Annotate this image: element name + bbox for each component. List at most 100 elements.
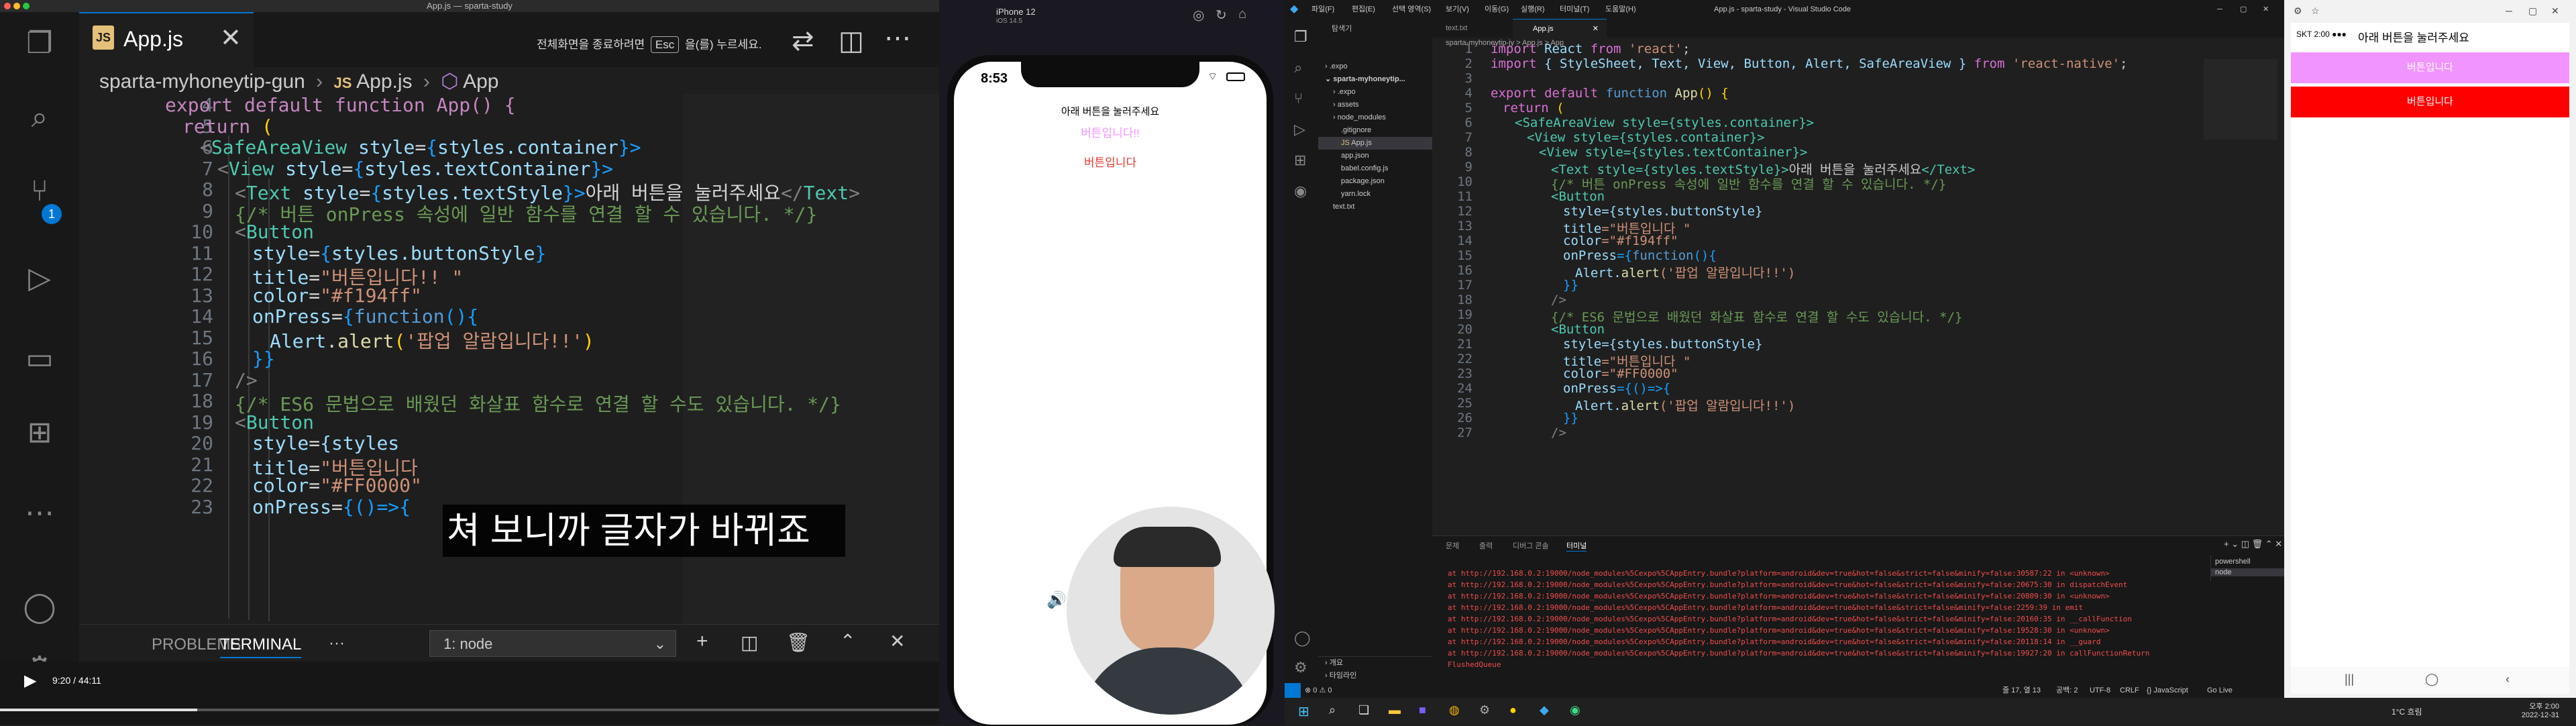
menu-run[interactable]: 실행(R) xyxy=(1521,0,1545,19)
code-line[interactable]: <View style={styles.textContainer}> xyxy=(217,158,613,180)
rotate-icon[interactable]: ↻ xyxy=(1216,7,1227,23)
status-eol[interactable]: CRLF xyxy=(2120,683,2139,698)
tree-item-yarn-lock[interactable]: yarn.lock xyxy=(1318,188,1432,201)
panel-tab-problems[interactable]: 문제 xyxy=(1446,540,1459,551)
code-line[interactable]: <Button xyxy=(1551,322,1605,337)
emulator-minimize-icon[interactable]: ─ xyxy=(2506,5,2512,16)
code-line[interactable]: Alert.alert('팝업 알람입니다!!') xyxy=(270,327,594,354)
tab-app-js[interactable]: JS App.js ✕ xyxy=(79,12,254,67)
menu-file[interactable]: 파일(F) xyxy=(1311,0,1334,19)
code-line[interactable]: color="#f194ff" xyxy=(252,284,422,307)
emulator-close-icon[interactable]: ✕ xyxy=(2551,5,2559,17)
code-line[interactable]: color="#FF0000" xyxy=(252,474,422,497)
status-language[interactable]: {} JavaScript xyxy=(2147,683,2188,698)
code-line[interactable]: export default function App() { xyxy=(1491,86,1729,101)
emulator-pin-icon[interactable]: ☆ xyxy=(2311,5,2320,17)
code-line[interactable]: /> xyxy=(235,369,258,391)
minimap[interactable] xyxy=(2204,59,2277,140)
compare-changes-icon[interactable]: ⇄ xyxy=(792,25,814,56)
code-line[interactable]: {/* 버튼 onPress 속성에 일반 함수를 연결 할 수 있습니다. *… xyxy=(1551,174,1946,193)
breadcrumb-file[interactable]: App.js xyxy=(356,70,412,93)
tree-item-package[interactable]: package.json xyxy=(1318,175,1432,188)
tree-item-gitignore[interactable]: .gitignore xyxy=(1318,124,1432,137)
code-line[interactable]: <View style={styles.textContainer}> xyxy=(1539,145,1807,160)
windows-start-icon[interactable]: ⊞ xyxy=(1298,703,1309,720)
status-encoding[interactable]: UTF-8 xyxy=(2090,683,2110,698)
app-button-1[interactable]: 버튼입니다!! xyxy=(954,123,1267,140)
code-line[interactable]: <SafeAreaView style={styles.container}> xyxy=(1515,115,1814,130)
task-view-icon[interactable]: ❏ xyxy=(1358,703,1369,717)
gear-icon[interactable]: ⚙ xyxy=(1294,659,1307,676)
status-golive[interactable]: Go Live xyxy=(2207,683,2233,698)
close-traffic-light[interactable] xyxy=(4,3,11,9)
more-actions-icon[interactable]: ⋯ xyxy=(884,23,911,54)
code-line[interactable]: <SafeAreaView style={styles.container}> xyxy=(200,136,641,158)
extensions-icon[interactable]: ⊞ xyxy=(21,415,58,451)
menu-selection[interactable]: 선택 영역(S) xyxy=(1392,0,1431,19)
code-line[interactable]: export default function App() { xyxy=(165,94,516,116)
code-line[interactable]: style={styles.buttonStyle} xyxy=(252,242,546,264)
file-explorer-icon[interactable]: ▬ xyxy=(1389,703,1401,717)
tree-item-babel[interactable]: babel.config.js xyxy=(1318,162,1432,175)
code-line[interactable]: onPress={()=>{ xyxy=(1563,381,1670,396)
code-line[interactable]: color="#FF0000" xyxy=(1563,366,1678,381)
code-line[interactable]: return ( xyxy=(182,115,273,138)
close-icon[interactable]: ✕ xyxy=(220,23,241,53)
home-icon[interactable]: ⌂ xyxy=(1238,7,1246,22)
recents-icon[interactable]: ||| xyxy=(2345,672,2354,686)
panel-more-icon[interactable]: ··· xyxy=(329,634,345,653)
vscode-taskbar-icon[interactable]: ◆ xyxy=(1540,703,1549,717)
code-line[interactable]: <Button xyxy=(235,411,314,433)
code-line[interactable]: {/* 버튼 onPress 속성에 일반 함수를 연결 할 수 있습니다. *… xyxy=(235,200,817,227)
kakaotalk-icon[interactable]: ● xyxy=(1509,703,1517,717)
menu-terminal[interactable]: 터미널(T) xyxy=(1560,0,1589,19)
split-editor-icon[interactable]: ◫ xyxy=(839,25,864,56)
account-icon[interactable]: ◯ xyxy=(21,589,58,625)
back-icon[interactable]: ‹ xyxy=(2506,672,2510,686)
android-button-2[interactable]: 버튼입니다 xyxy=(2291,87,2569,117)
code-line[interactable]: <View style={styles.container}> xyxy=(1527,130,1765,145)
remote-explorer-icon[interactable]: ▭ xyxy=(21,341,58,377)
panel-tab-terminal[interactable]: TERMINAL xyxy=(220,635,302,658)
split-terminal-icon[interactable]: ◫ xyxy=(741,631,758,654)
close-icon[interactable]: ✕ xyxy=(1593,19,1599,38)
status-problems[interactable]: ⊗ 0 ⚠ 0 xyxy=(1305,683,1332,698)
tree-item-assets[interactable]: › assets xyxy=(1318,99,1432,111)
breadcrumb-symbol[interactable]: App xyxy=(463,70,498,93)
code-line[interactable]: <Button xyxy=(235,221,314,243)
menu-edit[interactable]: 편집(E) xyxy=(1352,0,1375,19)
outline-section[interactable]: › 개요 xyxy=(1318,656,1432,669)
code-line[interactable]: /> xyxy=(1551,425,1566,440)
code-line[interactable]: <Button xyxy=(1551,189,1605,204)
search-icon[interactable]: ⌕ xyxy=(1294,59,1302,76)
minimize-traffic-light[interactable] xyxy=(13,3,20,9)
code-line[interactable]: {/* ES6 문법으로 배웠던 화살표 함수로 연결 할 수도 있습니다. *… xyxy=(235,390,841,417)
tree-item-project[interactable]: ⌄ sparta-myhoneytip... xyxy=(1318,73,1432,86)
tree-item-app-js[interactable]: JS App.js xyxy=(1318,137,1432,150)
android-button-1[interactable]: 버튼입니다 xyxy=(2291,52,2569,83)
tree-item-expo[interactable]: › .expo xyxy=(1318,86,1432,99)
zoom-traffic-light[interactable] xyxy=(23,3,30,9)
play-icon[interactable]: ▶ xyxy=(24,671,36,690)
panel-tab-debug[interactable]: 디버그 콘솔 xyxy=(1513,540,1549,551)
android-studio-icon[interactable]: ◉ xyxy=(1570,703,1580,717)
video-progress-track[interactable] xyxy=(0,709,939,711)
run-debug-icon[interactable]: ▷ xyxy=(21,260,58,297)
code-line[interactable]: /> xyxy=(1551,293,1566,307)
minimize-icon[interactable]: ─ xyxy=(2217,0,2222,19)
menu-help[interactable]: 도움말(H) xyxy=(1605,0,1636,19)
taskbar-date[interactable]: 2022-12-31 xyxy=(2485,711,2559,719)
close-panel-icon[interactable]: ✕ xyxy=(890,630,905,652)
menu-view[interactable]: 보기(V) xyxy=(1446,0,1469,19)
code-line[interactable]: {/* ES6 문법으로 배웠던 화살표 함수로 연결 할 수도 있습니다. *… xyxy=(1551,307,1962,325)
home-icon[interactable]: ◯ xyxy=(2425,672,2438,686)
search-icon[interactable]: ⌕ xyxy=(21,99,58,136)
code-line[interactable]: style={styles.buttonStyle} xyxy=(1563,337,1762,352)
explorer-icon[interactable]: ❐ xyxy=(1294,28,1307,46)
emulator-settings-icon[interactable]: ⚙ xyxy=(2294,5,2302,17)
timeline-section[interactable]: › 타임라인 xyxy=(1318,670,1432,682)
chrome-icon[interactable]: ◍ xyxy=(1449,703,1460,717)
explorer-icon[interactable]: ❐ xyxy=(21,25,58,62)
code-line[interactable]: onPress={function(){ xyxy=(252,305,478,327)
tab-app-js[interactable]: App.js ✕ xyxy=(1513,19,1607,38)
